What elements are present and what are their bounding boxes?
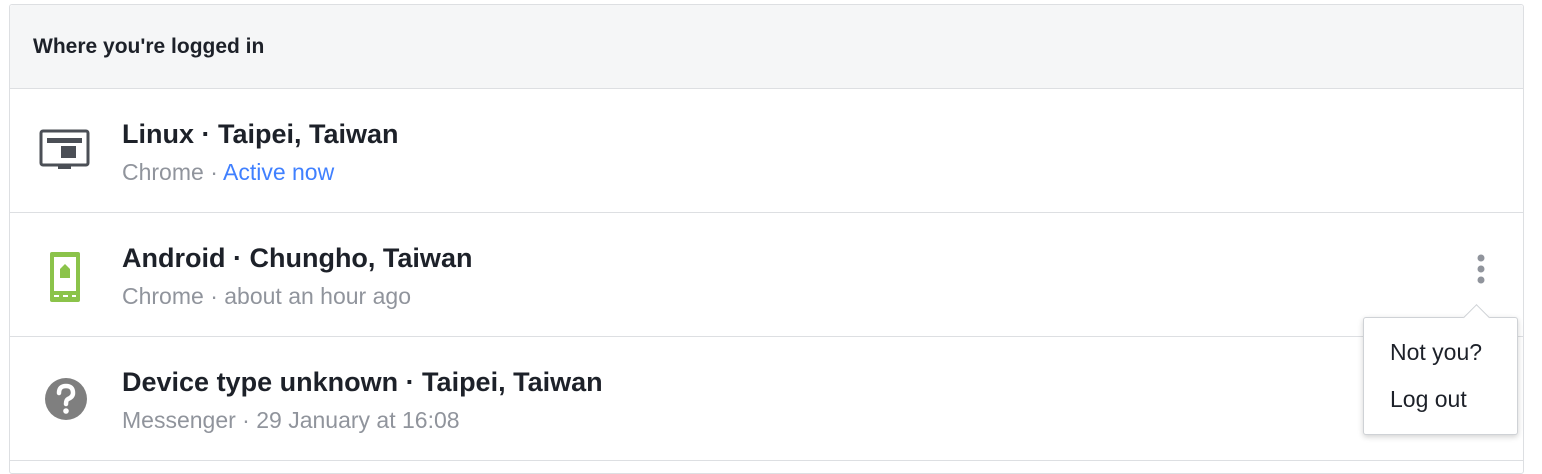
session-last-active: about an hour ago [224, 283, 411, 309]
session-row-unknown: Device type unknown · Taipei, Taiwan Mes… [10, 337, 1523, 461]
session-app: Messenger [122, 407, 236, 433]
active-status: Active now [222, 159, 335, 185]
more-vertical-icon [1477, 254, 1485, 284]
android-phone-icon [38, 247, 94, 303]
session-app: Chrome [122, 283, 204, 309]
question-mark-icon [38, 371, 94, 427]
session-app: Chrome [122, 159, 204, 185]
session-title: Android · Chungho, Taiwan [122, 243, 473, 273]
more-options-button[interactable] [1470, 253, 1492, 289]
session-options-menu: Not you? Log out [1363, 304, 1518, 435]
session-details: Chrome · about an hour ago [122, 283, 411, 310]
not-you-menu-item[interactable]: Not you? [1390, 339, 1482, 366]
session-details: Chrome · Active now [122, 159, 334, 186]
panel-title: Where you're logged in [33, 34, 265, 58]
desktop-icon [38, 123, 94, 179]
session-separator: · [203, 159, 223, 185]
session-separator: · [235, 407, 257, 433]
session-row-linux: Linux · Taipei, Taiwan Chrome · Active n… [10, 89, 1523, 213]
session-last-active: 29 January at 16:08 [256, 407, 460, 433]
log-out-menu-item[interactable]: Log out [1390, 386, 1467, 413]
session-title: Linux · Taipei, Taiwan [122, 119, 399, 149]
session-details: Messenger · 29 January at 16:08 [122, 407, 460, 434]
panel-header: Where you're logged in [10, 5, 1523, 89]
logged-in-sessions-panel: Where you're logged in Linux · Taipei, T… [9, 4, 1524, 474]
session-title: Device type unknown · Taipei, Taiwan [122, 367, 603, 397]
session-row-android: Android · Chungho, Taiwan Chrome · about… [10, 213, 1523, 337]
session-separator: · [203, 283, 225, 309]
